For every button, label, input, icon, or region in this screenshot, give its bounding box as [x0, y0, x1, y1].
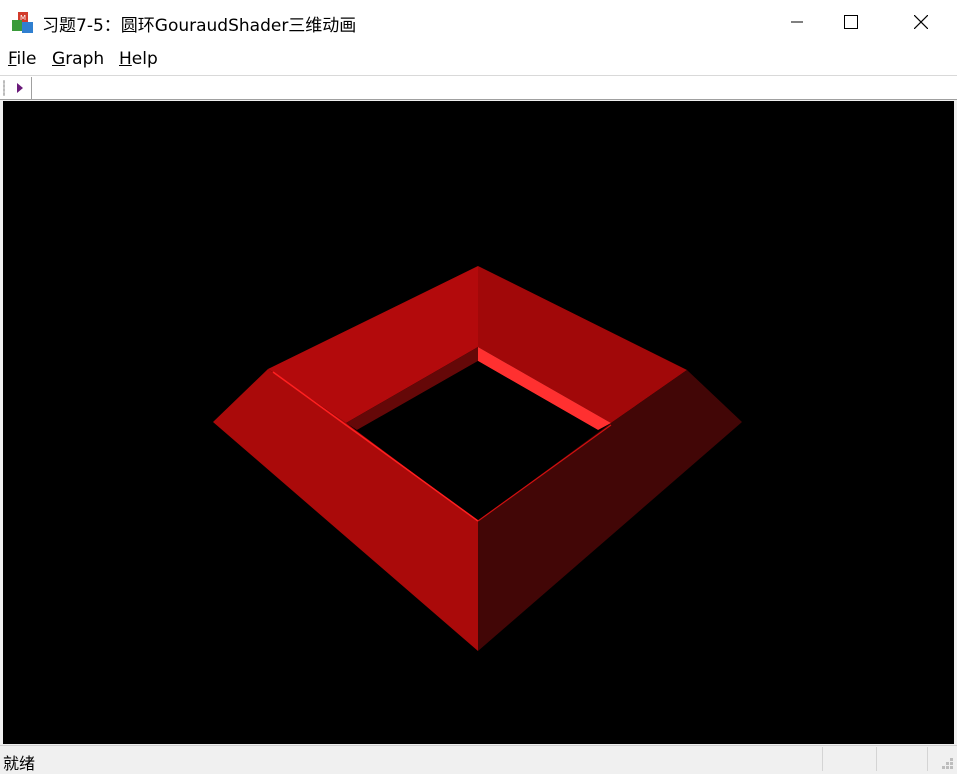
- menu-file-label: ile: [16, 49, 37, 69]
- title-bar: M 习题7-5：圆环GouraudShader三维动画: [0, 0, 957, 44]
- menu-bar: File Graph Help: [0, 44, 957, 76]
- menu-graph[interactable]: Graph: [52, 49, 104, 69]
- svg-text:M: M: [20, 14, 26, 22]
- menu-graph-label: raph: [65, 49, 105, 69]
- menu-graph-mnemonic: G: [52, 49, 66, 69]
- menu-file[interactable]: File: [8, 49, 36, 69]
- menu-file-mnemonic: F: [8, 49, 17, 69]
- toolbar-grip[interactable]: [3, 80, 5, 96]
- minimize-icon: [791, 21, 803, 23]
- status-text: 就绪: [3, 754, 36, 773]
- window-title: 习题7-5：圆环GouraudShader三维动画: [42, 16, 357, 36]
- maximize-button[interactable]: [828, 0, 874, 44]
- minimize-button[interactable]: [774, 0, 820, 44]
- play-icon: [16, 83, 23, 93]
- status-pane-divider: [876, 747, 877, 771]
- status-pane-divider: [822, 747, 823, 771]
- size-grip-icon[interactable]: [942, 758, 954, 770]
- close-icon: [914, 15, 928, 29]
- maximize-icon: [844, 15, 858, 29]
- menu-help-mnemonic: H: [119, 49, 132, 69]
- status-bar: 就绪: [0, 745, 957, 773]
- status-pane-divider: [927, 747, 928, 771]
- menu-help[interactable]: Help: [119, 49, 158, 69]
- render-canvas[interactable]: [3, 101, 954, 744]
- torus-scene: [213, 266, 742, 651]
- close-button[interactable]: [898, 0, 944, 44]
- toolbar: [0, 76, 957, 100]
- mfc-app-icon: M: [12, 12, 33, 33]
- menu-help-label: elp: [131, 49, 158, 69]
- play-button[interactable]: [8, 77, 32, 99]
